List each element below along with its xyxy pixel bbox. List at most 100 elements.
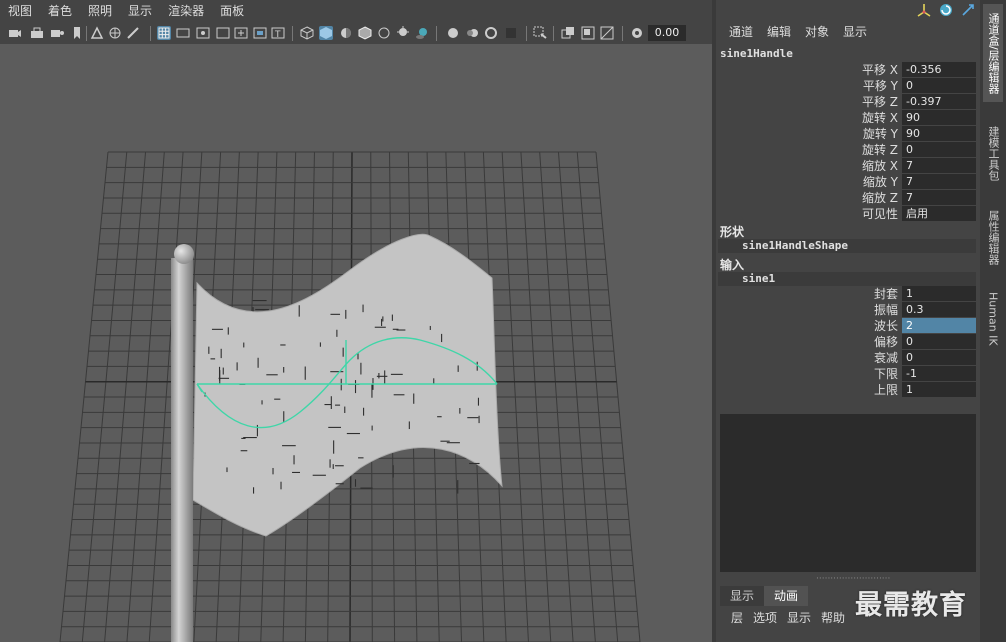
shape-node[interactable]: sine1HandleShape [718,239,976,253]
camera-attributes-icon[interactable] [50,26,64,40]
attribute-value-field[interactable]: -1 [902,366,976,381]
attribute-row[interactable]: 波长 2 [716,318,978,334]
exposure-value-field[interactable]: 0.00 [648,25,686,41]
smooth-shade-icon[interactable] [319,26,333,40]
attribute-label[interactable]: 缩放 X [862,158,898,174]
layer-tab[interactable]: 显示 [720,586,765,606]
attribute-row[interactable]: 旋转 Y 90 [716,126,978,142]
attribute-label[interactable]: 旋转 Y [863,126,898,142]
channel-box-menu-item[interactable]: 对象 [798,22,836,42]
flag-pole[interactable] [171,258,193,642]
attribute-value-field[interactable]: 1 [902,286,976,301]
attribute-value-field[interactable]: -0.356 [902,62,976,77]
field-chart-icon[interactable] [234,26,248,40]
attribute-value-field[interactable]: 0 [902,350,976,365]
default-material-icon[interactable] [339,26,353,40]
attribute-value-field[interactable]: 90 [902,126,976,141]
attribute-value-field[interactable]: 1 [902,382,976,397]
attribute-value-field[interactable]: 7 [902,190,976,205]
attribute-value-field[interactable]: 启用 [902,206,976,221]
viewport-menu-item[interactable]: 视图 [0,0,40,23]
camera-lock-icon[interactable] [30,26,44,40]
attribute-label[interactable]: 平移 X [862,62,898,78]
layer-menu-item[interactable]: 选项 [748,608,782,628]
xray-active-icon[interactable] [581,26,595,40]
attribute-label[interactable]: 波长 [874,318,898,334]
two-d-pan-icon[interactable] [108,26,122,40]
attribute-row[interactable]: 衰减 0 [716,350,978,366]
xray-joints-icon[interactable] [561,26,575,40]
attribute-value-field[interactable]: -0.397 [902,94,976,109]
pin-edit-icon[interactable] [960,2,976,20]
motion-blur-icon[interactable] [466,26,480,40]
ambient-occlusion-icon[interactable] [446,26,460,40]
attribute-label[interactable]: 下限 [874,366,898,382]
attribute-label[interactable]: 缩放 Z [862,190,898,206]
resolution-gate-icon[interactable] [196,26,210,40]
viewport-menu-item[interactable]: 着色 [40,0,80,23]
layer-menu-item[interactable]: 显示 [782,608,816,628]
scene-view[interactable] [0,44,712,642]
attribute-row[interactable]: 平移 X -0.356 [716,62,978,78]
viewport-menu-item[interactable]: 面板 [212,0,252,23]
attribute-row[interactable]: 平移 Y 0 [716,78,978,94]
attribute-label[interactable]: 上限 [874,382,898,398]
viewport-menu-item[interactable]: 照明 [80,0,120,23]
input-node[interactable]: sine1 [718,272,976,286]
refresh-icon[interactable] [938,2,954,20]
attribute-row[interactable]: 缩放 X 7 [716,158,978,174]
bookmark-icon[interactable] [70,26,84,40]
viewport-panel[interactable]: 视图 着色 照明 显示 渲染器 面板 T 0.00 [0,0,712,642]
attribute-row[interactable]: 缩放 Y 7 [716,174,978,190]
attribute-value-field[interactable]: 0 [902,334,976,349]
viewport-menu-item[interactable]: 渲染器 [160,0,212,23]
attribute-label[interactable]: 可见性 [862,206,898,222]
gate-mask-icon[interactable] [216,26,230,40]
attribute-value-field[interactable]: 7 [902,174,976,189]
side-tab[interactable]: 建模工具包 [983,116,1003,190]
attribute-row[interactable]: 上限 1 [716,382,978,398]
isolate-select-icon[interactable] [533,26,547,40]
attribute-row[interactable]: 旋转 Z 0 [716,142,978,158]
layer-menu-item[interactable]: 帮助 [816,608,850,628]
attribute-value-field[interactable]: 2 [902,318,976,333]
attribute-row[interactable]: 缩放 Z 7 [716,190,978,206]
grid-toggle-icon[interactable] [157,26,171,40]
axis-gizmo-icon[interactable] [916,2,932,20]
attribute-value-field[interactable]: 90 [902,110,976,125]
attribute-label[interactable]: 偏移 [874,334,898,350]
lights-icon[interactable] [396,26,410,40]
attribute-row[interactable]: 平移 Z -0.397 [716,94,978,110]
attribute-row[interactable]: 下限 -1 [716,366,978,382]
layer-tab[interactable]: 动画 [764,586,809,606]
grease-pencil-icon[interactable] [126,26,140,40]
attribute-label[interactable]: 缩放 Y [863,174,898,190]
attribute-value-field[interactable]: 0 [902,78,976,93]
xray-icon[interactable] [377,26,391,40]
viewport-menu-item[interactable]: 显示 [120,0,160,23]
depth-of-field-icon[interactable] [504,26,518,40]
attribute-value-field[interactable]: 0.3 [902,302,976,317]
channel-box-menu-item[interactable]: 通道 [722,22,760,42]
attribute-label[interactable]: 封套 [874,286,898,302]
attribute-label[interactable]: 平移 Y [863,78,898,94]
wireframe-on-shaded-icon[interactable] [358,26,372,40]
attribute-label[interactable]: 振幅 [874,302,898,318]
attribute-row[interactable]: 振幅 0.3 [716,302,978,318]
side-tab[interactable]: 属性编辑器 [983,200,1003,274]
channel-box-menu-item[interactable]: 编辑 [760,22,798,42]
attribute-row[interactable]: 封套 1 [716,286,978,302]
film-gate-icon[interactable] [176,26,190,40]
camera-select-icon[interactable] [8,26,22,40]
safe-title-icon[interactable]: T [271,26,285,40]
attribute-label[interactable]: 旋转 Z [862,142,898,158]
side-tab[interactable]: 通道盒/层编辑器 [983,4,1003,102]
attribute-value-field[interactable]: 7 [902,158,976,173]
channel-box-menu-item[interactable]: 显示 [836,22,874,42]
attribute-label[interactable]: 旋转 X [862,110,898,126]
image-plane-icon[interactable] [90,26,104,40]
attribute-row[interactable]: 旋转 X 90 [716,110,978,126]
safe-action-icon[interactable] [253,26,267,40]
anti-alias-icon[interactable] [484,26,498,40]
attribute-row[interactable]: 可见性 启用 [716,206,978,222]
